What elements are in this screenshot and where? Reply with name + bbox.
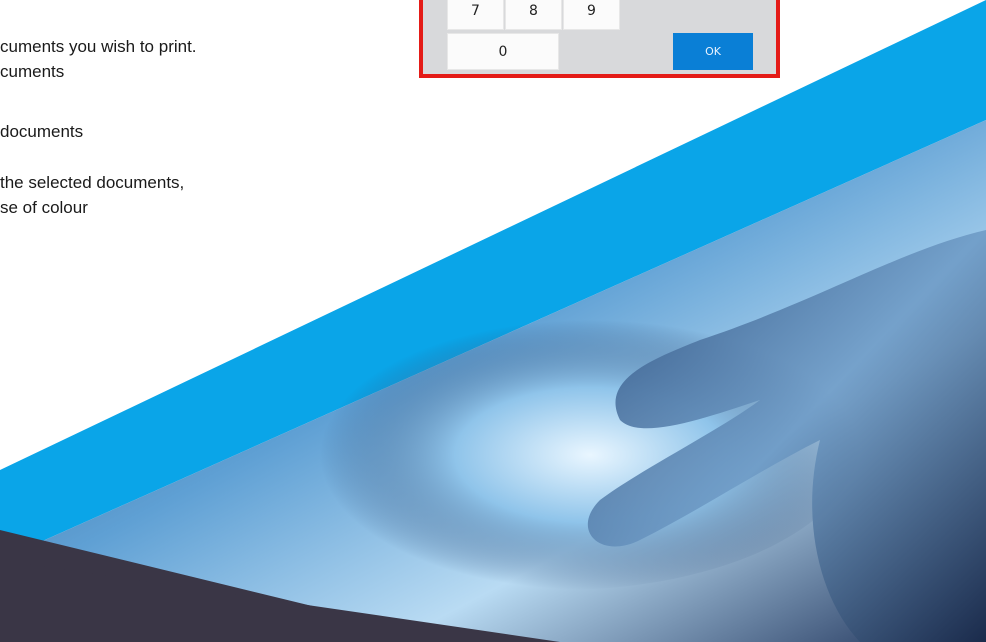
instruction-line-4: the selected documents, [0,173,185,192]
key-7[interactable]: 7 [447,0,504,30]
ok-button[interactable]: OK [673,33,753,70]
key-9[interactable]: 9 [563,0,620,30]
instruction-line-1: cuments you wish to print. [0,37,197,56]
print-instructions: cuments you wish to print. cuments docum… [0,0,330,240]
key-0[interactable]: 0 [447,33,559,70]
instruction-line-2: cuments [0,62,65,81]
key-8[interactable]: 8 [505,0,562,30]
numeric-keypad: 7 8 9 0 OK [419,0,780,78]
instruction-line-3: documents [0,122,84,141]
instruction-line-5: se of colour [0,198,88,217]
